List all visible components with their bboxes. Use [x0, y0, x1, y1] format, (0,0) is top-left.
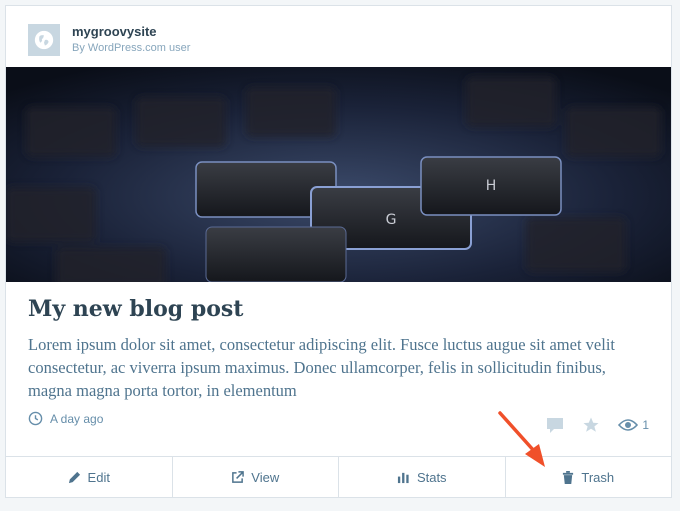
post-card: mygroovysite By WordPress.com user G H M…	[5, 5, 672, 498]
site-header[interactable]: mygroovysite By WordPress.com user	[28, 20, 190, 60]
trash-label: Trash	[581, 470, 615, 485]
pencil-icon	[68, 471, 80, 484]
views[interactable]: 1	[618, 418, 649, 432]
trash-button[interactable]: Trash	[506, 457, 672, 498]
clock-icon	[28, 411, 43, 426]
external-link-icon	[232, 471, 245, 483]
bar-chart-icon	[397, 472, 409, 484]
post-time-label: A day ago	[50, 411, 104, 426]
stats-button[interactable]: Stats	[339, 457, 506, 498]
site-icon	[28, 24, 60, 56]
view-button[interactable]: View	[173, 457, 339, 498]
edit-button[interactable]: Edit	[6, 457, 173, 498]
svg-text:G: G	[386, 212, 397, 228]
site-subtitle: By WordPress.com user	[72, 42, 191, 54]
trash-icon	[563, 471, 574, 484]
svg-text:H: H	[486, 178, 497, 194]
post-excerpt: Lorem ipsum dolor sit amet, consectetur …	[28, 335, 615, 400]
post-actions: Edit View Stats Trash	[6, 456, 671, 498]
post-title[interactable]: My new blog post	[28, 296, 243, 322]
view-label: View	[251, 470, 280, 485]
featured-image[interactable]: G H	[6, 67, 671, 282]
eye-icon	[618, 419, 639, 431]
wordpress-globe-icon	[34, 30, 54, 50]
stats-label: Stats	[416, 470, 447, 485]
star-icon[interactable]	[582, 416, 600, 434]
comment-icon[interactable]	[546, 417, 564, 434]
views-count: 1	[642, 418, 649, 432]
post-stats: 1	[528, 416, 649, 434]
post-time: A day ago	[28, 411, 103, 426]
site-name[interactable]: mygroovysite	[72, 24, 190, 40]
edit-label: Edit	[87, 470, 110, 485]
